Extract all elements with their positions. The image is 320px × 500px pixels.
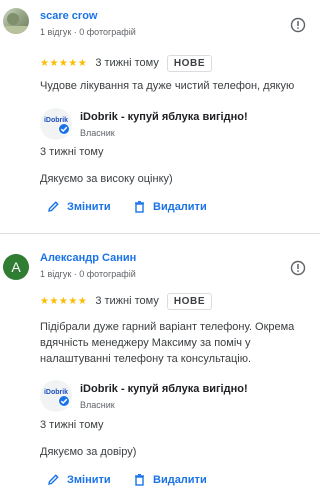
author-name[interactable]: Александр Санин (40, 252, 136, 264)
avatar-photo-tree (7, 13, 19, 25)
avatar[interactable] (3, 8, 29, 34)
report-icon[interactable] (290, 17, 306, 33)
trash-icon (135, 201, 144, 213)
pencil-icon (48, 201, 59, 212)
verified-check-icon (58, 395, 70, 407)
review-text-line: Підібрали дуже гарний варіант телефону. … (40, 321, 295, 333)
avatar-photo-ground (3, 26, 29, 34)
owner-role: Власник (80, 128, 115, 138)
owner-name: iDobrik - купуй яблука вигідно! (80, 111, 248, 123)
edit-label: Змінити (67, 473, 111, 486)
review-date: 3 тижні тому (95, 295, 159, 307)
owner-role: Власник (80, 400, 115, 410)
report-icon[interactable] (290, 260, 306, 276)
author-meta: 1 відгук · 0 фотографій (40, 269, 136, 279)
delete-label: Видалити (153, 473, 207, 486)
edit-label: Змінити (67, 200, 111, 213)
review-text-line: налаштуванні телефону та консультацію. (40, 353, 252, 365)
author-name[interactable]: scare crow (40, 10, 97, 22)
avatar[interactable]: A (3, 254, 29, 280)
verified-check-icon (58, 123, 70, 135)
reply-text: Дякуємо за довіру) (40, 446, 137, 458)
new-badge: НОВЕ (166, 54, 213, 72)
review-text-line: вдячність менеджеру Максиму за поміч у (40, 337, 251, 349)
rating-row: ★★★★★ 3 тижні тому НОВЕ (40, 291, 213, 311)
reply-date: 3 тижні тому (40, 146, 104, 158)
author-meta: 1 відгук · 0 фотографій (40, 27, 136, 37)
review-divider (0, 233, 320, 234)
review-text: Чудове лікування та дуже чистий телефон,… (40, 80, 295, 92)
edit-button[interactable]: Змінити (47, 473, 111, 486)
star-rating: ★★★★★ (40, 295, 88, 307)
reply-text: Дякуємо за високу оцінку) (40, 173, 173, 185)
rating-row: ★★★★★ 3 тижні тому НОВЕ (40, 53, 213, 73)
review-date: 3 тижні тому (95, 57, 159, 69)
delete-label: Видалити (153, 200, 207, 213)
edit-button[interactable]: Змінити (47, 200, 111, 213)
trash-icon (135, 474, 144, 486)
owner-name: iDobrik - купуй яблука вигідно! (80, 383, 248, 395)
reply-date: 3 тижні тому (40, 419, 104, 431)
pencil-icon (48, 474, 59, 485)
new-badge: НОВЕ (166, 292, 213, 310)
delete-button[interactable]: Видалити (133, 200, 207, 213)
delete-button[interactable]: Видалити (133, 473, 207, 486)
star-rating: ★★★★★ (40, 57, 88, 69)
